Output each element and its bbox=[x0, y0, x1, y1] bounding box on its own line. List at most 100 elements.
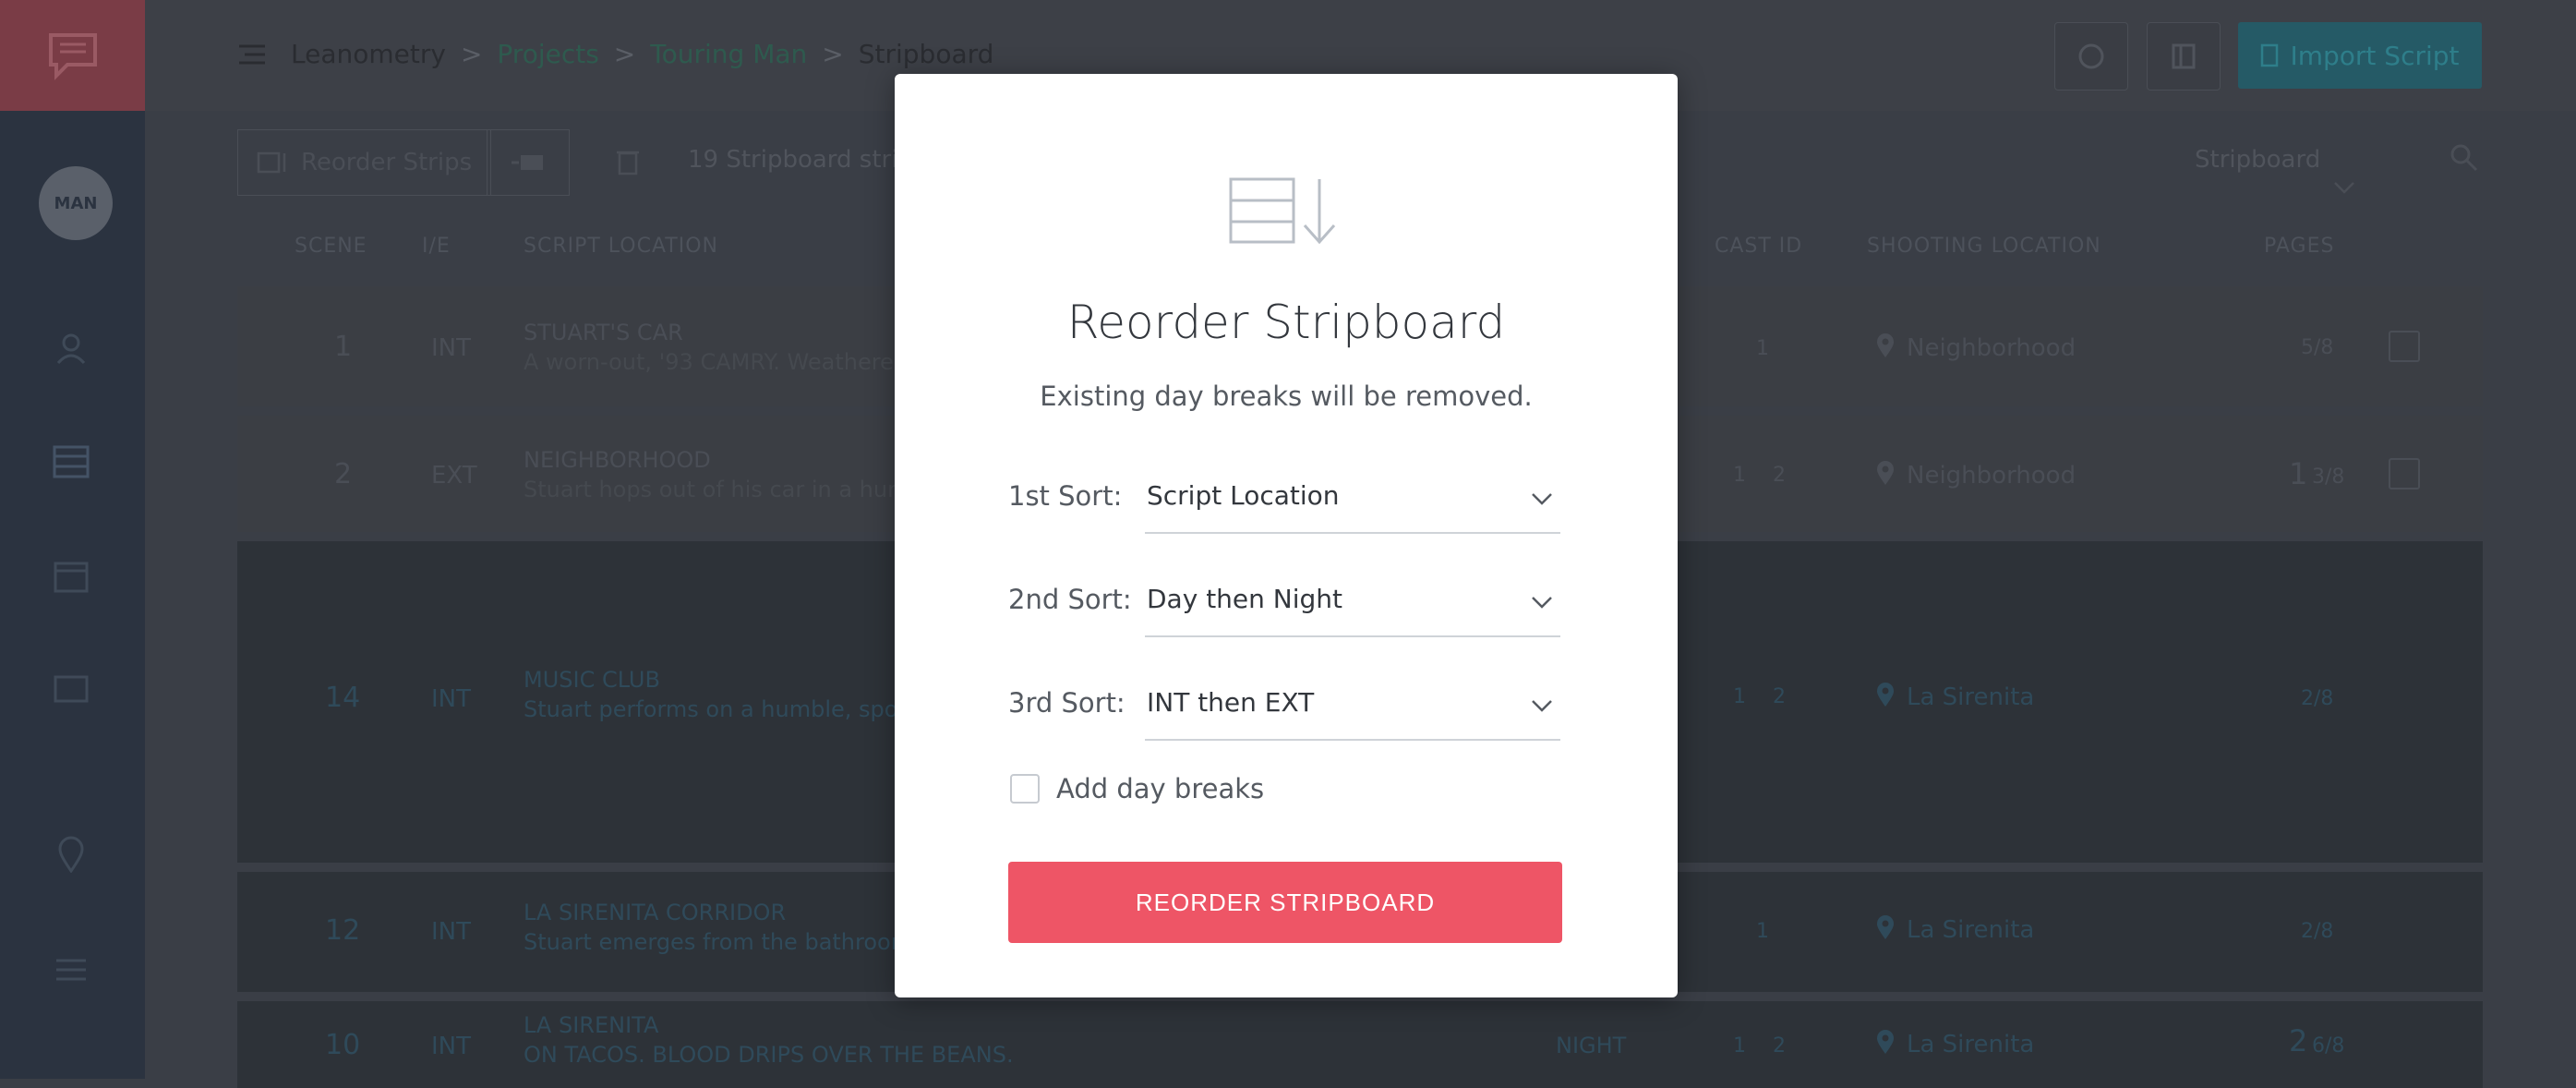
nav-document-icon[interactable] bbox=[48, 665, 94, 711]
first-sort-select[interactable]: Script Location bbox=[1145, 471, 1560, 534]
breadcrumb-projects[interactable]: Projects bbox=[497, 39, 598, 69]
breadcrumb-org[interactable]: Leanometry bbox=[291, 39, 446, 69]
smiley-icon bbox=[2078, 43, 2104, 69]
app-logo[interactable] bbox=[0, 0, 145, 111]
cast-id: 2 bbox=[1773, 464, 1786, 487]
column-header-pages[interactable]: PAGES bbox=[2264, 235, 2334, 258]
search-icon[interactable] bbox=[2449, 142, 2478, 172]
shooting-location: La Sirenita bbox=[1907, 1031, 2035, 1058]
column-header-script-location[interactable]: SCRIPT LOCATION bbox=[524, 235, 718, 258]
column-header-shooting-location[interactable]: SHOOTING LOCATION bbox=[1867, 235, 2101, 258]
nav-cast-icon[interactable] bbox=[48, 325, 94, 371]
reorder-icon bbox=[257, 151, 286, 174]
scene-number: 1 bbox=[334, 331, 353, 363]
second-sort-label: 2nd Sort: bbox=[1008, 584, 1132, 615]
nav-location-icon[interactable] bbox=[48, 831, 94, 877]
location-pin-icon bbox=[1877, 461, 1894, 485]
menu-list-icon[interactable] bbox=[237, 41, 267, 68]
cast-id: 2 bbox=[1773, 685, 1786, 708]
int-ext: INT bbox=[431, 918, 471, 946]
reorder-stripboard-button[interactable]: REORDER STRIPBOARD bbox=[1008, 862, 1562, 943]
pages-fraction: 6/8 bbox=[2312, 1034, 2345, 1058]
third-sort-row: 3rd Sort: INT then EXT bbox=[1008, 678, 1562, 743]
third-sort-label: 3rd Sort: bbox=[1008, 687, 1125, 719]
cast-id: 1 bbox=[1756, 920, 1769, 943]
trash-icon bbox=[617, 151, 639, 175]
int-ext: INT bbox=[431, 1033, 471, 1060]
second-sort-value: Day then Night bbox=[1147, 584, 1343, 614]
left-nav-rail: MAN bbox=[0, 0, 145, 1079]
pages-fraction: 5/8 bbox=[2301, 336, 2334, 359]
strip-count: 19 Stripboard strips bbox=[688, 146, 926, 174]
column-header-scene[interactable]: SCENE bbox=[295, 235, 367, 258]
row-checkbox[interactable] bbox=[2389, 458, 2420, 490]
reorder-strips-label: Reorder Strips bbox=[301, 149, 473, 176]
cast-id: 1 bbox=[1733, 685, 1746, 708]
location-pin-icon bbox=[1877, 1030, 1894, 1054]
scene-description: A worn-out, '93 CAMRY. Weathered bbox=[524, 349, 909, 375]
table-row[interactable]: 10 INT LA SIRENITA ON TACOS. BLOOD DRIPS… bbox=[237, 1001, 2483, 1088]
reorder-list-icon bbox=[1229, 177, 1336, 245]
project-avatar[interactable]: MAN bbox=[39, 166, 113, 240]
chevron-down-icon bbox=[1532, 597, 1552, 609]
cast-id: 1 bbox=[1733, 464, 1746, 487]
breadcrumb-project[interactable]: Touring Man bbox=[650, 39, 807, 69]
scene-number: 10 bbox=[325, 1029, 361, 1061]
modal-title: Reorder Stripboard bbox=[1066, 296, 1506, 349]
scene-description: ON TACOS. BLOOD DRIPS OVER THE BEANS. bbox=[524, 1042, 1014, 1068]
pages-fraction: 3/8 bbox=[2312, 465, 2345, 489]
nav-settings-sliders-icon[interactable] bbox=[48, 947, 94, 993]
script-location-title: LA SIRENITA bbox=[524, 1012, 659, 1038]
add-strip-icon bbox=[512, 155, 543, 170]
scene-description: Stuart performs on a humble, spotli bbox=[524, 696, 920, 722]
pages-fraction: 2/8 bbox=[2301, 920, 2334, 943]
script-location-title: LA SIRENITA CORRIDOR bbox=[524, 900, 787, 925]
third-sort-value: INT then EXT bbox=[1147, 687, 1315, 718]
breadcrumb-separator: > bbox=[822, 39, 844, 69]
project-avatar-text: MAN bbox=[54, 193, 98, 213]
int-ext: INT bbox=[431, 334, 471, 362]
add-day-breaks-row[interactable]: Add day breaks bbox=[1010, 770, 1264, 807]
import-file-icon bbox=[2261, 43, 2279, 67]
panel-toggle-button[interactable] bbox=[2147, 22, 2221, 91]
first-sort-label: 1st Sort: bbox=[1008, 480, 1123, 512]
column-header-cast-id[interactable]: CAST ID bbox=[1715, 235, 1802, 258]
script-location-title: STUART'S CAR bbox=[524, 320, 683, 345]
import-script-button[interactable]: Import Script bbox=[2238, 22, 2482, 89]
second-sort-select[interactable]: Day then Night bbox=[1145, 574, 1560, 637]
chevron-down-icon bbox=[2334, 182, 2354, 194]
day-night: NIGHT bbox=[1556, 1033, 1627, 1058]
avatar-button[interactable] bbox=[2054, 22, 2128, 91]
scene-number: 12 bbox=[325, 914, 361, 947]
location-pin-icon bbox=[1877, 333, 1894, 357]
reorder-strips-button[interactable]: Reorder Strips bbox=[237, 129, 492, 196]
first-sort-value: Script Location bbox=[1147, 480, 1340, 511]
delete-strip-button[interactable] bbox=[616, 129, 640, 194]
location-pin-icon bbox=[1877, 915, 1894, 939]
column-header-ie[interactable]: I/E bbox=[422, 235, 451, 258]
script-location-title: MUSIC CLUB bbox=[524, 667, 660, 693]
nav-calendar-icon[interactable] bbox=[48, 552, 94, 598]
import-script-label: Import Script bbox=[2290, 40, 2460, 71]
cast-id: 1 bbox=[1756, 337, 1769, 360]
scene-number: 2 bbox=[334, 458, 353, 490]
view-select[interactable]: Stripboard bbox=[2195, 146, 2483, 201]
modal-subtitle: Existing day breaks will be removed. bbox=[1040, 381, 1533, 412]
add-day-breaks-label[interactable]: Add day breaks bbox=[1056, 773, 1264, 804]
scene-description: Stuart hops out of his car in a hurry. bbox=[524, 477, 922, 502]
add-strip-button[interactable] bbox=[487, 129, 570, 196]
breadcrumb-separator: > bbox=[613, 39, 636, 69]
location-pin-icon bbox=[1877, 683, 1894, 707]
pages-fraction: 2/8 bbox=[2301, 687, 2334, 710]
nav-stripboard-icon[interactable] bbox=[48, 439, 94, 485]
add-day-breaks-checkbox[interactable] bbox=[1010, 774, 1040, 804]
shooting-location: Neighborhood bbox=[1907, 334, 2076, 362]
int-ext: INT bbox=[431, 685, 471, 713]
row-checkbox[interactable] bbox=[2389, 331, 2420, 362]
scene-number: 14 bbox=[325, 682, 361, 714]
cast-id: 2 bbox=[1773, 1034, 1786, 1058]
pages-whole: 1 bbox=[2289, 456, 2308, 491]
reorder-stripboard-modal: Reorder Stripboard Existing day breaks w… bbox=[895, 74, 1678, 997]
panel-icon bbox=[2172, 43, 2196, 69]
third-sort-select[interactable]: INT then EXT bbox=[1145, 678, 1560, 741]
